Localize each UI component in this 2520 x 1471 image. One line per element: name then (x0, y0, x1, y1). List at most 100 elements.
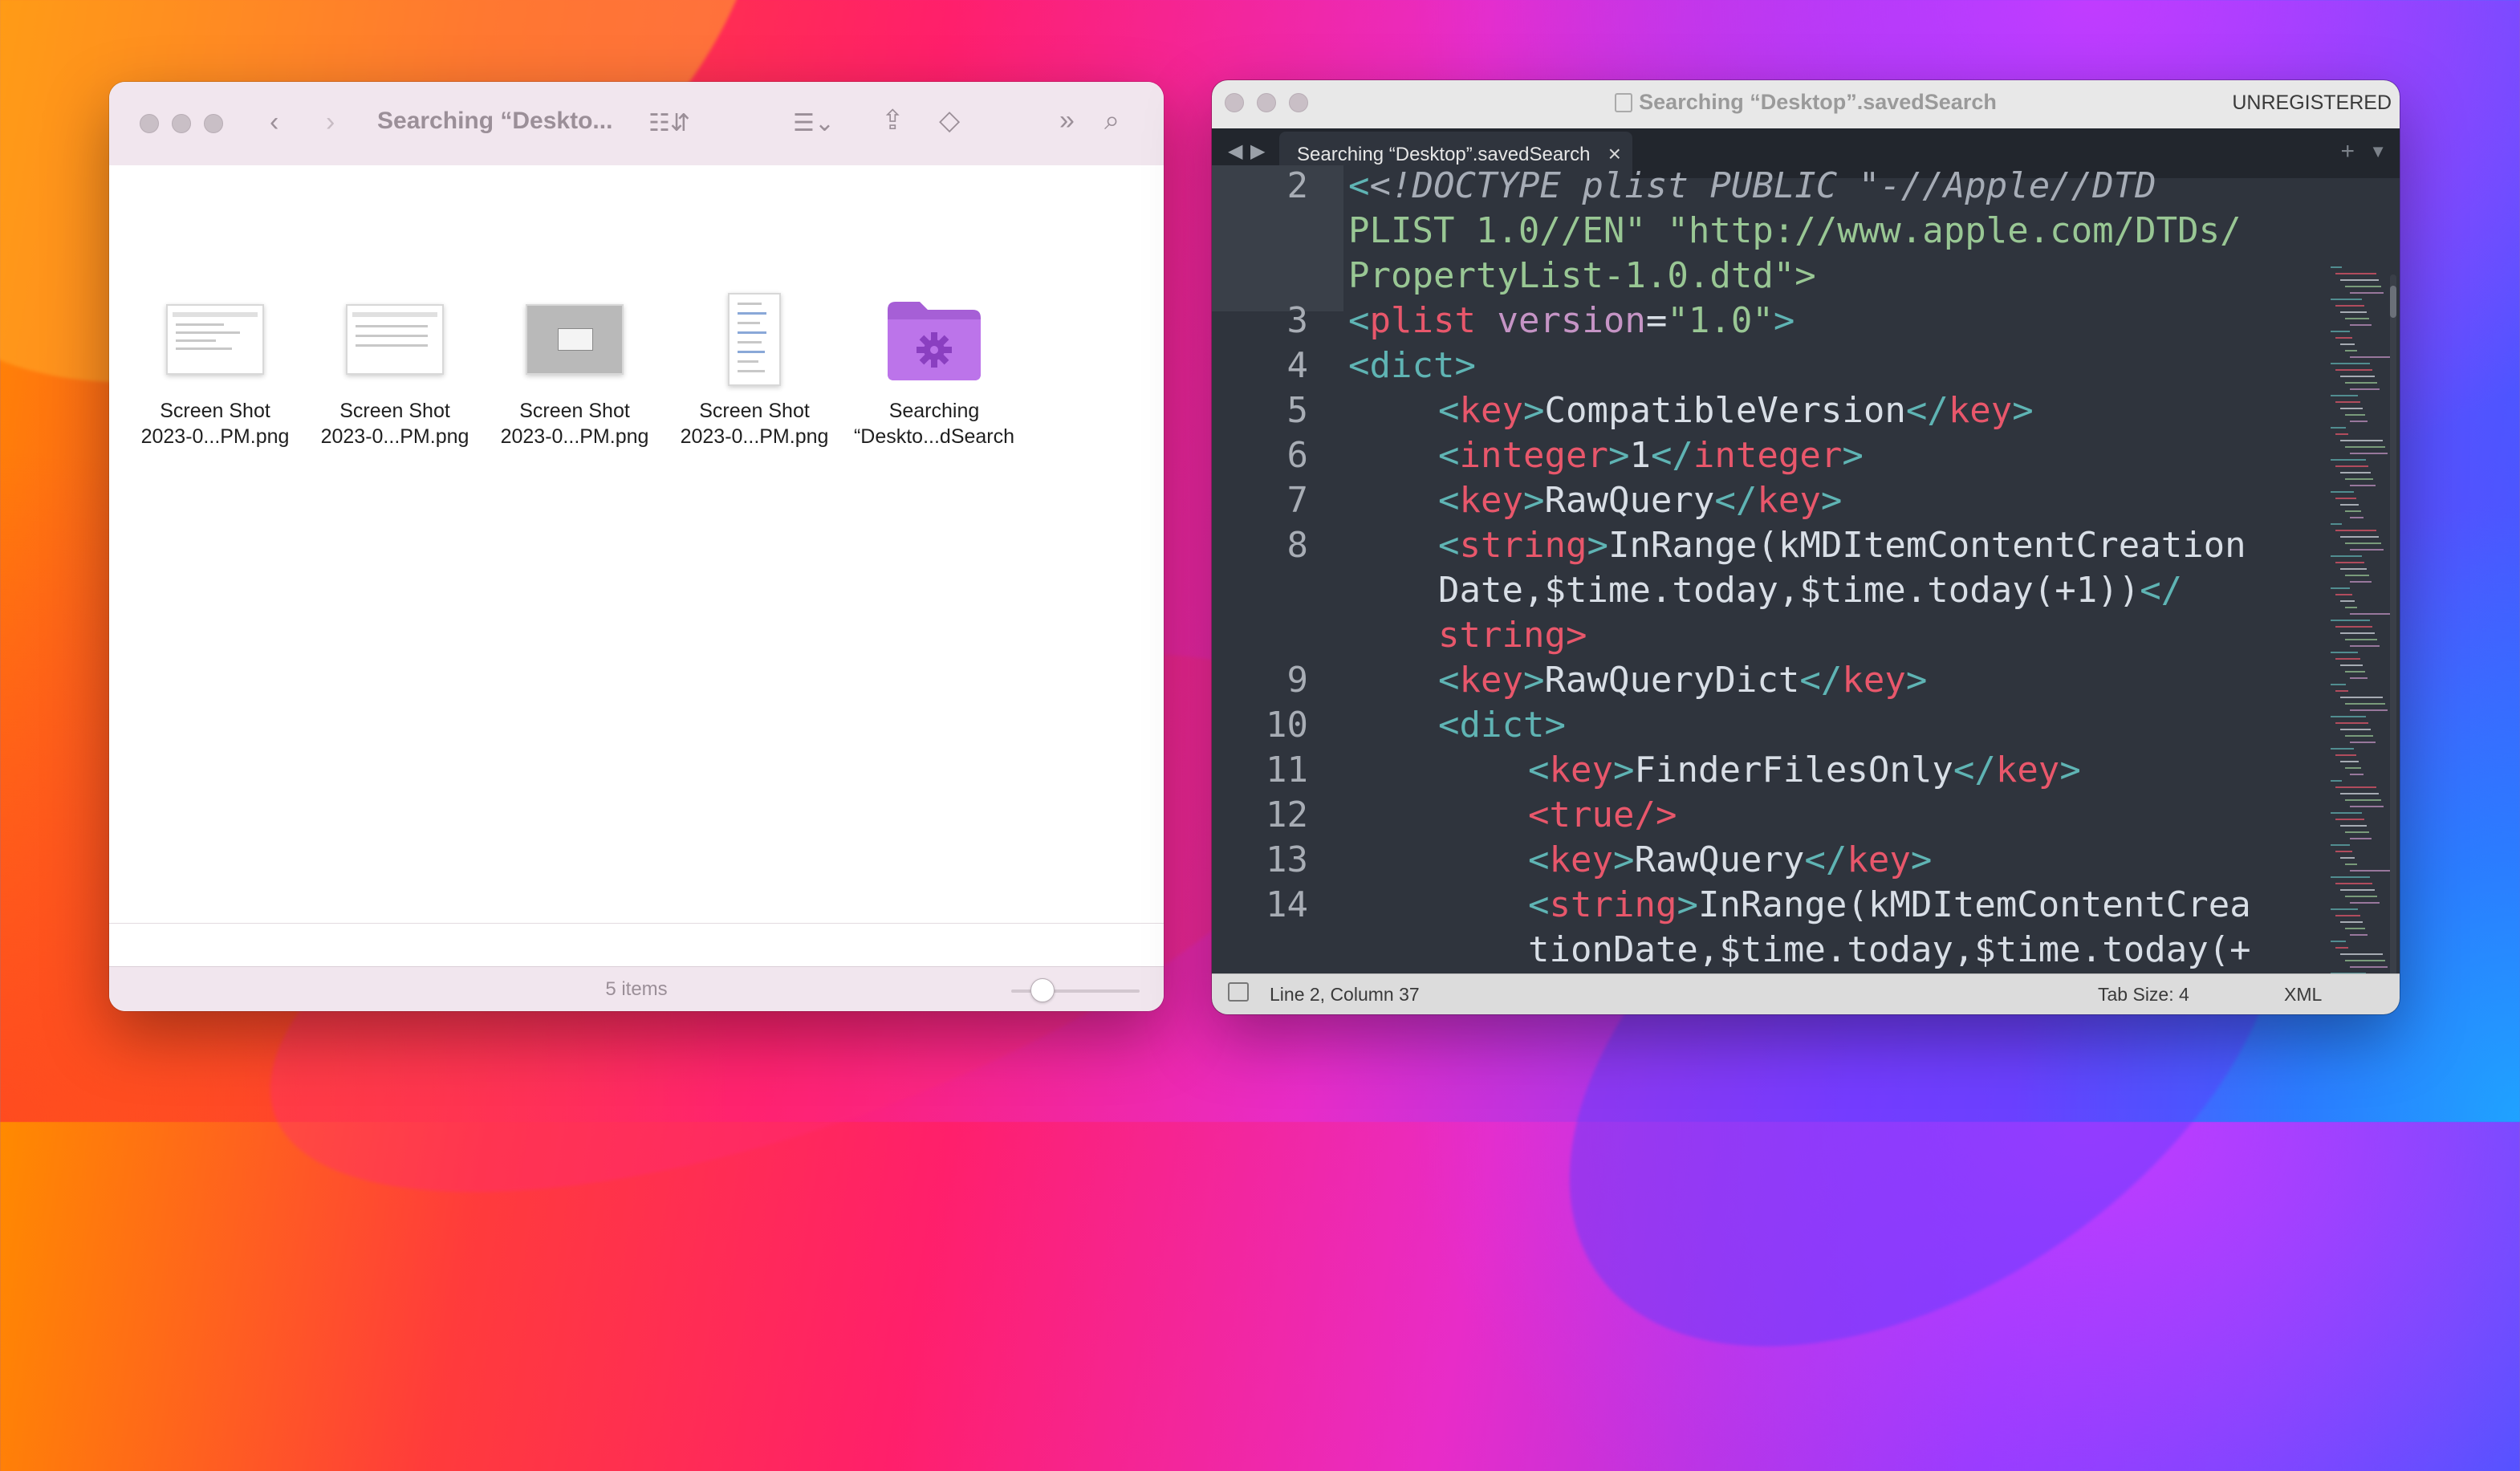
line-number: 3 (1286, 300, 1309, 341)
minimap-line (2345, 960, 2385, 961)
screenshot-thumbnail-icon (127, 287, 303, 392)
minimap-line (2345, 864, 2357, 865)
icon-view-grid-icon[interactable]: ☷⇵ (648, 108, 690, 140)
finder-content-area[interactable]: Screen Shot 2023-0...PM.png Screen Shot … (109, 165, 1164, 923)
minimap-line (2350, 581, 2372, 583)
minimap-line (2345, 735, 2373, 737)
syntax-setting[interactable]: XML (2284, 984, 2322, 1006)
group-by-icon[interactable]: ☰⌄ (793, 108, 835, 140)
minimap-line (2350, 356, 2392, 358)
forward-arrow-icon[interactable]: › (326, 106, 335, 138)
minimap-line (2350, 292, 2384, 294)
file-item[interactable]: Screen Shot 2023-0...PM.png (127, 287, 303, 449)
minimap-line (2340, 472, 2371, 473)
minimap-line (2340, 568, 2367, 570)
minimap-line (2350, 421, 2368, 422)
file-name-line2: 2023-0...PM.png (320, 425, 469, 448)
minimap-line (2340, 921, 2363, 923)
minimap-line (2350, 870, 2392, 872)
minimap-line (2340, 664, 2363, 666)
minimap-line (2331, 555, 2362, 557)
line-number: 8 (1286, 525, 1309, 566)
tab-list-dropdown-icon[interactable]: ▼ (2369, 141, 2387, 162)
minimap-line (2331, 331, 2350, 332)
code-line: <plist version="1.0"> (1348, 300, 1795, 341)
minimap-line (2345, 414, 2365, 416)
minimap-line (2340, 729, 2371, 730)
minimap-line (2340, 600, 2355, 602)
minimap-line (2335, 786, 2376, 788)
scrollbar-thumb[interactable] (2390, 286, 2396, 318)
line-number: 6 (1286, 435, 1309, 476)
code-line: <key>CompatibleVersion</key> (1438, 390, 2034, 431)
minimap-line (2350, 838, 2372, 839)
minimap-line (2345, 703, 2385, 705)
line-number: 9 (1286, 660, 1309, 701)
file-item[interactable]: Screen Shot 2023-0...PM.png (486, 287, 663, 449)
icon-size-slider-knob[interactable] (1030, 978, 1055, 1002)
minimap-line (2345, 896, 2377, 897)
tab-size-setting[interactable]: Tab Size: 4 (2098, 984, 2189, 1006)
minimap-line (2340, 793, 2379, 794)
minimap-line (2335, 722, 2368, 724)
tab-nav-right-icon[interactable]: ▶ (1250, 140, 1265, 163)
vertical-scrollbar[interactable] (2390, 274, 2396, 1014)
share-icon[interactable]: ⇪ (881, 104, 904, 136)
back-arrow-icon[interactable]: ‹ (270, 106, 278, 138)
minimap-line (2335, 754, 2356, 756)
minimap-line (2340, 761, 2359, 762)
code-line-wrap: PropertyList-1.0.dtd"> (1348, 255, 1816, 296)
minimap-line (2350, 485, 2376, 486)
line-number: 7 (1286, 480, 1309, 521)
close-tab-icon[interactable]: × (1608, 141, 1621, 167)
close-window-button[interactable] (140, 114, 159, 133)
window-title: Searching “Desktop”.savedSearch (1212, 90, 2400, 115)
window-title-text: Searching “Desktop”.savedSearch (1639, 90, 1997, 114)
file-name-line1: Screen Shot (339, 400, 450, 422)
minimap-line (2340, 889, 2375, 891)
zoom-window-button[interactable] (204, 114, 223, 133)
tab-nav-left-icon[interactable]: ◀ (1228, 140, 1242, 163)
file-item[interactable]: Screen Shot 2023-0...PM.png (307, 287, 483, 449)
minimap-line (2345, 928, 2365, 929)
minimap-line (2331, 748, 2354, 750)
code-editor[interactable]: 2 <<!DOCTYPE plist PUBLIC "-//Apple//DTD… (1212, 165, 2400, 1014)
editor-status-bar: Line 2, Column 37 Tab Size: 4 XML (1212, 973, 2400, 1014)
code-line: <key>FinderFilesOnly</key> (1528, 750, 2081, 790)
file-name-line1: Screen Shot (160, 400, 270, 422)
tag-icon[interactable]: ◇ (939, 104, 960, 136)
minimap-line (2335, 273, 2376, 274)
minimap-line (2345, 575, 2369, 576)
code-line-wrap: tionDate,$time.today,$time.today(+ (1528, 929, 2251, 970)
minimap-line (2340, 343, 2355, 345)
minimap-line (2335, 626, 2372, 628)
minimap-line (2345, 639, 2377, 640)
smart-folder-item[interactable]: Searching “Deskto...dSearch (846, 287, 1022, 449)
code-line: <true/> (1528, 794, 1677, 835)
minimap-line (2350, 324, 2372, 326)
minimap-line (2350, 453, 2388, 454)
minimap-line (2350, 677, 2368, 679)
minimap-line (2345, 542, 2381, 544)
minimap-line (2350, 966, 2388, 968)
minimap-line (2350, 902, 2380, 904)
file-name-line1: Screen Shot (699, 400, 810, 422)
code-line: <string>InRange(kMDItemContentCreation (1438, 525, 2246, 566)
minimap-line (2335, 433, 2348, 435)
minimap-line (2335, 915, 2360, 916)
more-toolbar-items-icon[interactable]: » (1059, 104, 1075, 136)
minimap-line (2335, 465, 2368, 467)
minimap-line (2350, 645, 2380, 647)
sidebar-toggle-icon[interactable] (1228, 982, 1249, 1002)
search-icon[interactable]: ⌕ (1104, 104, 1120, 136)
divider (109, 923, 1164, 924)
minimap-line (2335, 369, 2372, 371)
minimap[interactable] (2323, 266, 2392, 1014)
minimap-line (2340, 279, 2379, 281)
new-tab-plus-icon[interactable]: + (2340, 138, 2355, 165)
cursor-position: Line 2, Column 37 (1270, 984, 1420, 1005)
minimap-line (2331, 844, 2350, 846)
minimap-line (2331, 716, 2366, 717)
minimize-window-button[interactable] (172, 114, 191, 133)
file-item[interactable]: Screen Shot 2023-0...PM.png (666, 287, 843, 449)
